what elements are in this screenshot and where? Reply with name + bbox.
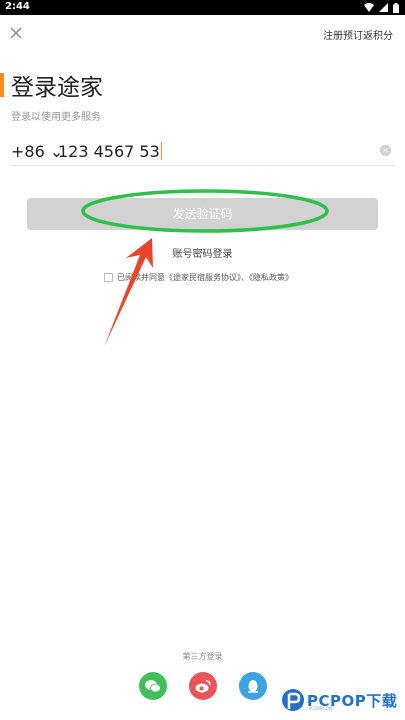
signal-icon [379, 3, 388, 12]
page-subtitle: 登录以使用更多服务 [11, 112, 101, 123]
page-title: 登录途家 [11, 75, 103, 101]
status-time: 2:44 [5, 1, 30, 12]
text-caret [160, 142, 163, 160]
qq-login-button[interactable] [239, 672, 267, 700]
third-party-login-label: 第三方登录 [182, 652, 223, 661]
clear-input-icon[interactable]: ✕ [380, 145, 391, 156]
send-code-button[interactable]: 发送验证码 [27, 198, 378, 230]
title-accent-bar [0, 73, 4, 97]
wifi-icon [364, 3, 374, 12]
agreement-text[interactable]: 已阅读并同意《途家民宿服务协议》、《隐私政策》 [117, 272, 293, 283]
weibo-icon [195, 680, 211, 693]
phone-input[interactable]: 123 4567 53 [58, 142, 163, 161]
agreement-row: 已阅读并同意《途家民宿服务协议》、《隐私政策》 [104, 272, 293, 283]
wechat-icon [145, 680, 161, 693]
wechat-login-button[interactable] [139, 672, 167, 700]
country-code-selector[interactable]: +86 ⌄ [11, 142, 63, 161]
account-password-login-link[interactable]: 账号密码登录 [0, 245, 405, 260]
register-rewards-link[interactable]: 注册预订返积分 [323, 27, 393, 42]
status-bar: 2:44 [0, 0, 405, 15]
phone-value: 123 4567 53 [58, 142, 160, 161]
agreement-checkbox[interactable] [104, 273, 113, 282]
phone-field-row: +86 ⌄ 123 4567 53 ✕ [11, 141, 395, 166]
close-icon[interactable] [8, 25, 24, 41]
qq-icon [248, 680, 258, 693]
watermark-sub: PCPOP.COM [309, 706, 333, 711]
weibo-login-button[interactable] [189, 672, 217, 700]
battery-icon [393, 2, 399, 13]
status-icons [364, 2, 399, 13]
